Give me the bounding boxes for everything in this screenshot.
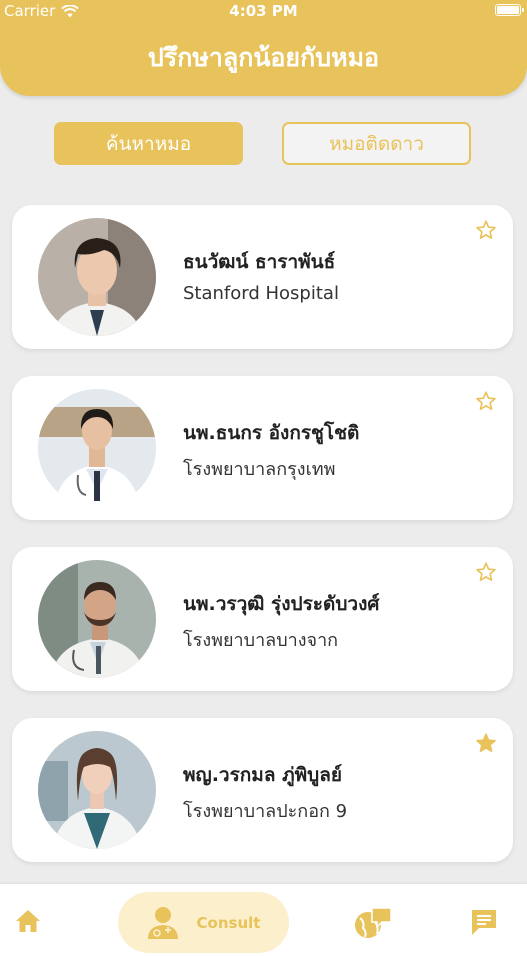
doctor-avatar	[38, 731, 156, 849]
star-outline-icon[interactable]	[475, 390, 497, 412]
tab-community[interactable]	[353, 906, 393, 940]
search-doctor-tab[interactable]: ค้นหาหมอ	[54, 122, 243, 165]
doctor-avatar	[38, 560, 156, 678]
doctor-hospital: โรงพยาบาลปะกอก 9	[183, 801, 348, 822]
doctor-card[interactable]: ธนวัฒน์ ธาราพันธ์ Stanford Hospital	[12, 205, 513, 349]
tab-home[interactable]	[14, 908, 42, 934]
doctor-avatar	[38, 218, 156, 336]
clock: 4:03 PM	[229, 2, 298, 20]
doctor-card[interactable]: นพ.ธนกร อังกรชูโชติ โรงพยาบาลกรุงเทพ	[12, 376, 513, 520]
doctor-hospital: Stanford Hospital	[183, 283, 339, 304]
tab-consult[interactable]: Consult	[118, 892, 289, 953]
page-title: ปรึกษาลูกน้อยกับหมอ	[147, 43, 380, 72]
tab-messages[interactable]	[470, 908, 498, 936]
bottom-tab-bar: Consult	[0, 884, 527, 956]
doctor-avatar	[38, 389, 156, 507]
doctor-card[interactable]: พญ.วรกมล ภู่พิบูลย์ โรงพยาบาลปะกอก 9	[12, 718, 513, 862]
doctor-name: พญ.วรกมล ภู่พิบูลย์	[183, 764, 342, 786]
doctor-hospital: โรงพยาบาลบางจาก	[183, 630, 339, 651]
doctor-name: นพ.ธนกร อังกรชูโชติ	[183, 422, 360, 444]
home-icon	[16, 910, 40, 932]
battery-icon	[495, 4, 524, 16]
star-filled-icon[interactable]	[475, 732, 497, 754]
tab-consult-label: Consult	[196, 913, 261, 932]
doctor-hospital: โรงพยาบาลกรุงเทพ	[183, 459, 336, 480]
starred-doctor-tab[interactable]: หมอติดดาว	[282, 122, 471, 165]
doctor-name: นพ.วรวุฒิ รุ่งประดับวงศ์	[183, 593, 380, 615]
status-bar: Carrier 4:03 PM	[0, 0, 527, 22]
doctor-name: ธนวัฒน์ ธาราพันธ์	[183, 251, 336, 273]
doctor-card[interactable]: นพ.วรวุฒิ รุ่งประดับวงศ์ โรงพยาบาลบางจาก	[12, 547, 513, 691]
chat-icon	[472, 910, 496, 935]
star-outline-icon[interactable]	[475, 219, 497, 241]
globe-chat-icon	[355, 907, 392, 938]
star-outline-icon[interactable]	[475, 561, 497, 583]
doctor-icon	[147, 906, 178, 939]
